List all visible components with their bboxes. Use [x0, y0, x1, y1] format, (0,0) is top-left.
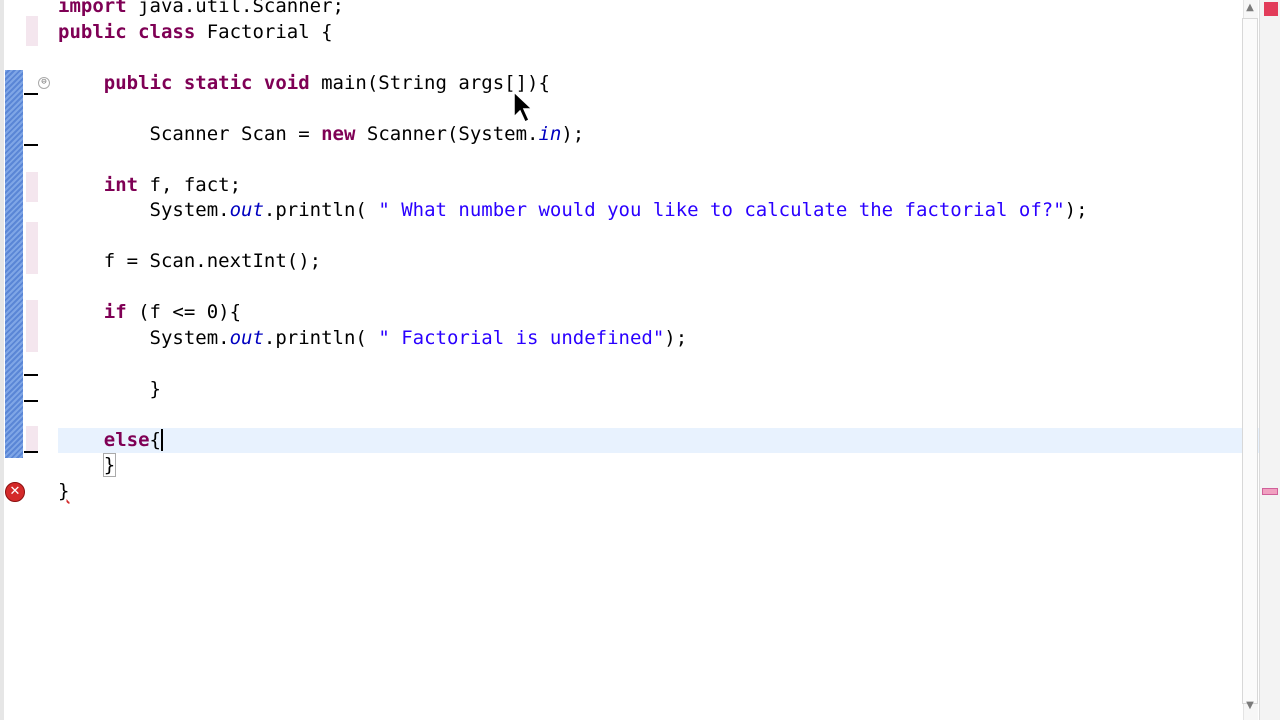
code-line[interactable]: public static void main(String args[]){ [58, 71, 1232, 97]
scroll-up-icon[interactable]: ▲ [1244, 2, 1256, 16]
code-token: } [58, 377, 161, 400]
change-marker [24, 93, 38, 95]
code-token: ); [1064, 199, 1088, 221]
code-line[interactable]: if (f <= 0){ [58, 300, 1232, 326]
current-code-line[interactable]: else{ [58, 427, 1272, 453]
code-keyword: new [321, 122, 356, 145]
change-marker [24, 400, 38, 402]
code-token: (f <= 0){ [126, 301, 242, 323]
change-marker [24, 374, 38, 376]
code-string: " Factorial is undefined" [378, 326, 665, 349]
error-x-icon[interactable]: ✕ [5, 482, 25, 502]
error-summary-indicator[interactable] [1264, 2, 1278, 16]
annotation-range [26, 222, 38, 274]
code-token: java.util.Scanner; [126, 0, 344, 17]
overview-error-marker[interactable] [1262, 488, 1278, 495]
code-line[interactable] [58, 45, 1232, 71]
overview-ruler[interactable] [1259, 0, 1280, 720]
code-line[interactable] [58, 402, 1232, 428]
code-keyword: else [103, 428, 150, 451]
code-line[interactable] [58, 224, 1232, 250]
code-line[interactable]: Scanner Scan = new Scanner(System.in); [58, 122, 1232, 148]
editor-left-border [0, 0, 4, 720]
annotation-range [26, 16, 38, 46]
code-line[interactable]: System.out.println( " What number would … [58, 198, 1232, 224]
scroll-down-icon[interactable]: ▼ [1244, 700, 1256, 714]
code-line[interactable] [58, 96, 1232, 122]
code-token: Scanner Scan = [58, 122, 322, 145]
fold-collapse-icon[interactable]: ⊖ [38, 77, 50, 89]
code-line[interactable]: } [58, 377, 1232, 403]
code-keyword: int [103, 173, 139, 196]
code-line[interactable]: import java.util.Scanner; [58, 0, 1232, 20]
code-token: } [102, 453, 117, 477]
code-token: System. [58, 199, 230, 221]
code-token: } [58, 479, 70, 502]
code-line[interactable] [58, 351, 1232, 377]
code-token: .println( [263, 326, 379, 349]
code-keyword: import [58, 0, 127, 17]
code-keyword: if [103, 301, 127, 323]
code-line[interactable]: } [58, 453, 1232, 479]
code-line[interactable] [58, 275, 1232, 301]
code-token: .println( [263, 199, 379, 221]
code-keyword: public static void [103, 71, 310, 94]
code-line[interactable]: } [58, 479, 1232, 505]
code-line[interactable] [58, 147, 1232, 173]
code-string: " What number would you like to calculat… [378, 199, 1065, 221]
code-line[interactable]: f = Scan.nextInt(); [58, 249, 1232, 275]
code-token: { [149, 428, 161, 451]
code-token: f = Scan.nextInt(); [58, 250, 322, 272]
annotation-range [26, 300, 38, 352]
code-token: Scanner(System. [355, 122, 539, 145]
code-keyword: public class [58, 20, 196, 43]
code-token: Factorial { [195, 20, 333, 43]
change-marker [24, 144, 38, 146]
quick-diff-change-bar[interactable] [5, 70, 23, 458]
code-token: System. [58, 326, 230, 349]
code-line[interactable]: int f, fact; [58, 173, 1232, 199]
mouse-pointer-icon [513, 91, 534, 124]
scrollbar-thumb[interactable] [1242, 18, 1258, 704]
code-editor[interactable]: import java.util.Scanner; public class Fa… [58, 0, 1272, 505]
code-line[interactable]: public class Factorial { [58, 20, 1232, 46]
code-static-field: out [229, 326, 264, 349]
code-token: ); [561, 122, 585, 145]
code-static-field: out [229, 199, 264, 221]
text-caret [160, 429, 163, 451]
code-token: ); [664, 326, 688, 349]
code-line[interactable]: System.out.println( " Factorial is undef… [58, 326, 1232, 352]
code-static-field: in [538, 122, 562, 145]
annotation-range [26, 172, 38, 202]
code-token: f, fact; [138, 173, 242, 196]
annotation-range [26, 426, 38, 452]
change-marker [24, 451, 38, 453]
